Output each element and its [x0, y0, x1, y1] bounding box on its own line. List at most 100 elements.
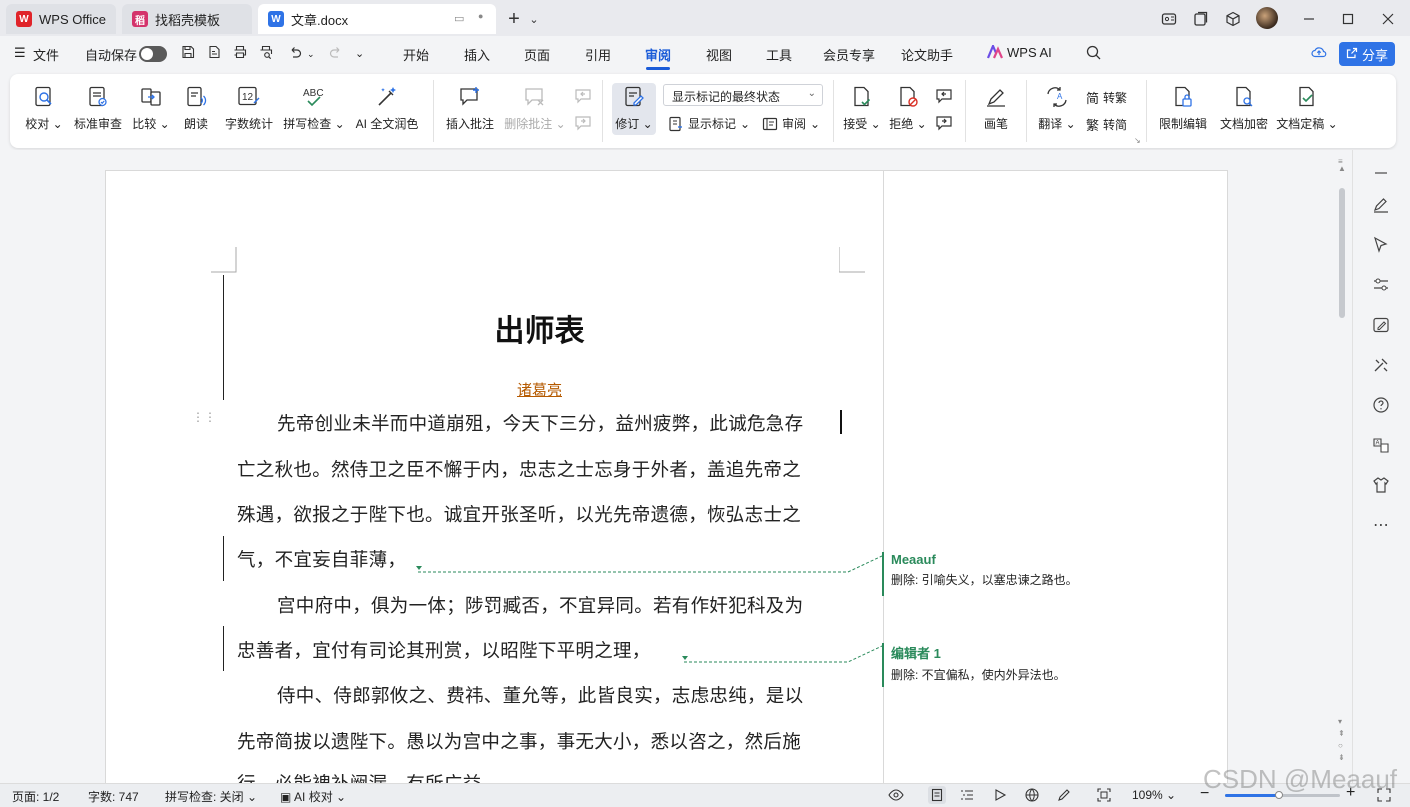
ai-polish-button[interactable]: AI 全文润色 — [352, 74, 422, 148]
menu-home[interactable]: 开始 — [403, 45, 429, 64]
tools-icon[interactable] — [1368, 352, 1394, 378]
paragraph-line[interactable]: 侍中、侍郎郭攸之、费祎、董允等，此皆良实，志虑忠纯，是以 — [277, 682, 803, 708]
cloud-upload-icon[interactable] — [1311, 45, 1327, 62]
translate-panel-icon[interactable]: A — [1368, 432, 1394, 458]
search-icon[interactable] — [1086, 45, 1101, 63]
cube-icon[interactable] — [1222, 8, 1244, 30]
scrollbar-thumb[interactable] — [1339, 188, 1345, 318]
play-icon[interactable] — [993, 788, 1007, 805]
menu-page[interactable]: 页面 — [524, 45, 550, 64]
writing-mode-icon[interactable] — [1057, 788, 1071, 805]
encrypt-button[interactable]: 文档加密 — [1218, 74, 1270, 148]
to-simplified-button[interactable]: 繁 转简 — [1086, 115, 1127, 134]
revision-balloon[interactable]: 编辑者 1 删除: 不宜偏私，使内外异法也。 — [882, 643, 1142, 687]
select-cursor-icon[interactable] — [1368, 232, 1394, 258]
help-icon[interactable] — [1368, 392, 1394, 418]
print-preview-icon[interactable] — [259, 45, 273, 62]
menu-view[interactable]: 视图 — [706, 45, 732, 64]
reject-button[interactable]: 拒绝 ⌄ — [888, 74, 928, 148]
menu-review[interactable]: 审阅 — [645, 45, 671, 64]
wps-ai-logo-icon[interactable] — [986, 43, 1004, 62]
restrict-edit-button[interactable]: 限制编辑 — [1157, 74, 1209, 148]
spell-check-button[interactable]: ABC 拼写检查 ⌄ — [283, 74, 344, 148]
tab-document[interactable]: W 文章.docx ▭ ● — [258, 4, 496, 34]
paragraph-line[interactable]: 气，不宜妄自菲薄， — [237, 546, 406, 572]
more-icon[interactable]: ⋯ — [1368, 512, 1394, 538]
collapse-panel-icon[interactable] — [1368, 160, 1394, 186]
paragraph-line[interactable]: 亡之秋也。然侍卫之臣不懈于内，忠志之士忘身于外者，盖追先帝之 — [237, 456, 801, 482]
drag-handle-icon[interactable]: ⋮⋮ — [192, 411, 216, 423]
spell-check-status[interactable]: 拼写检查: 关闭 ⌄ — [165, 788, 257, 805]
paragraph-line[interactable]: 行，必能裨补阙漏，有所广益。 — [237, 770, 500, 783]
menu-wps-ai[interactable]: WPS AI — [1007, 45, 1052, 60]
autosave-toggle[interactable] — [139, 46, 167, 62]
paragraph-line[interactable]: 先帝简拔以遗陛下。愚以为宫中之事，事无大小，悉以咨之，然后施 — [237, 728, 801, 754]
read-aloud-button[interactable]: 朗读 — [180, 74, 212, 148]
insert-comment-button[interactable]: 插入批注 — [444, 74, 496, 148]
sliders-icon[interactable] — [1368, 272, 1394, 298]
ai-check-status[interactable]: ▣ AI 校对 ⌄ — [280, 788, 346, 805]
track-changes-button[interactable]: 修订 ⌄ — [612, 74, 656, 148]
proofread-button[interactable]: 校对 ⌄ — [24, 74, 64, 148]
next-comment-icon[interactable] — [574, 115, 592, 131]
web-view-icon[interactable] — [1025, 788, 1039, 805]
compare-button[interactable]: 比较 ⌄ — [132, 74, 170, 148]
redo-icon[interactable] — [329, 45, 343, 62]
delete-comment-button[interactable]: 删除批注 ⌄ — [504, 74, 566, 148]
previous-comment-icon[interactable] — [574, 88, 592, 104]
close-icon[interactable] — [1377, 8, 1399, 30]
menu-reference[interactable]: 引用 — [585, 45, 611, 64]
paragraph-line[interactable]: 殊遇，欲报之于陛下也。诚宜开张圣听，以光先帝遗德，恢弘志士之 — [237, 501, 801, 527]
review-pane-button[interactable]: 审阅 ⌄ — [762, 115, 820, 132]
to-traditional-button[interactable]: 简 转繁 — [1086, 88, 1127, 107]
revision-balloon[interactable]: Meaauf 删除: 引喻失义，以塞忠谏之路也。 — [882, 552, 1142, 596]
tab-list-chevron-icon[interactable]: ⌄ — [523, 8, 545, 30]
finalize-button[interactable]: 文档定稿 ⌄ — [1276, 74, 1338, 148]
file-menu[interactable]: 文件 — [33, 45, 59, 64]
tab-wps-office[interactable]: W WPS Office — [6, 4, 116, 34]
next-change-icon[interactable] — [935, 115, 953, 131]
fit-window-icon[interactable] — [1097, 788, 1111, 805]
standard-review-button[interactable]: 标准审查 — [72, 74, 124, 148]
zoom-level[interactable]: 109% ⌄ — [1132, 788, 1176, 802]
image-edit-icon[interactable] — [1368, 312, 1394, 338]
translate-button[interactable]: A 翻译 ⌄ — [1037, 74, 1077, 148]
share-button[interactable]: 分享 — [1339, 42, 1395, 66]
maximize-icon[interactable] — [1337, 8, 1359, 30]
menu-tools[interactable]: 工具 — [766, 45, 792, 64]
outline-view-icon[interactable] — [960, 788, 974, 805]
export-icon[interactable] — [207, 45, 221, 62]
shirt-icon[interactable] — [1368, 472, 1394, 498]
eye-icon[interactable] — [888, 788, 904, 805]
document-author-line[interactable]: 诸葛亮 — [105, 379, 974, 400]
new-tab-plus-icon[interactable]: + — [503, 8, 525, 30]
word-count-button[interactable]: 12 字数统计 — [222, 74, 276, 148]
page-navigation-icons[interactable]: ▾ ⇞ ○ ⇟ — [1338, 716, 1345, 764]
document-title[interactable]: 出师表 — [105, 306, 974, 350]
vertical-scrollbar[interactable]: ≡ ▲ ▾ ⇞ ○ ⇟ — [1336, 158, 1348, 780]
show-markup-button[interactable]: 显示标记 ⌄ — [668, 115, 750, 132]
user-avatar[interactable] — [1256, 7, 1278, 29]
launcher-icon[interactable]: ↘ — [1134, 136, 1141, 145]
print-icon[interactable] — [233, 45, 247, 62]
tab-template[interactable]: 稻 找稻壳模板 — [122, 4, 252, 34]
unsaved-dot-icon[interactable]: ● — [478, 11, 483, 21]
hamburger-icon[interactable]: ☰ — [14, 45, 26, 61]
menu-insert[interactable]: 插入 — [464, 45, 490, 64]
undo-icon[interactable] — [288, 45, 302, 62]
paragraph-line[interactable]: 忠善者，宜付有司论其刑赏，以昭陛下平明之理， — [237, 637, 651, 663]
paragraph-line[interactable]: 先帝创业未半而中道崩殂，今天下三分，益州疲弊，此诚危急存 — [277, 410, 803, 436]
skin-icon[interactable] — [1158, 8, 1180, 30]
multiwindow-icon[interactable] — [1190, 8, 1212, 30]
page-indicator[interactable]: 页面: 1/2 — [12, 788, 59, 805]
pen-button[interactable]: 画笔 — [978, 74, 1014, 148]
window-icon[interactable]: ▭ — [454, 12, 464, 25]
edit-pen-icon[interactable] — [1368, 192, 1394, 218]
minimize-icon[interactable] — [1298, 8, 1320, 30]
accept-button[interactable]: 接受 ⌄ — [842, 74, 882, 148]
previous-change-icon[interactable] — [935, 88, 953, 104]
page-view-icon[interactable] — [928, 786, 946, 804]
menu-member[interactable]: 会员专享 — [823, 45, 875, 64]
undo-dropdown-icon[interactable]: ⌄ — [307, 49, 315, 60]
menu-paper-assistant[interactable]: 论文助手 — [901, 45, 953, 64]
